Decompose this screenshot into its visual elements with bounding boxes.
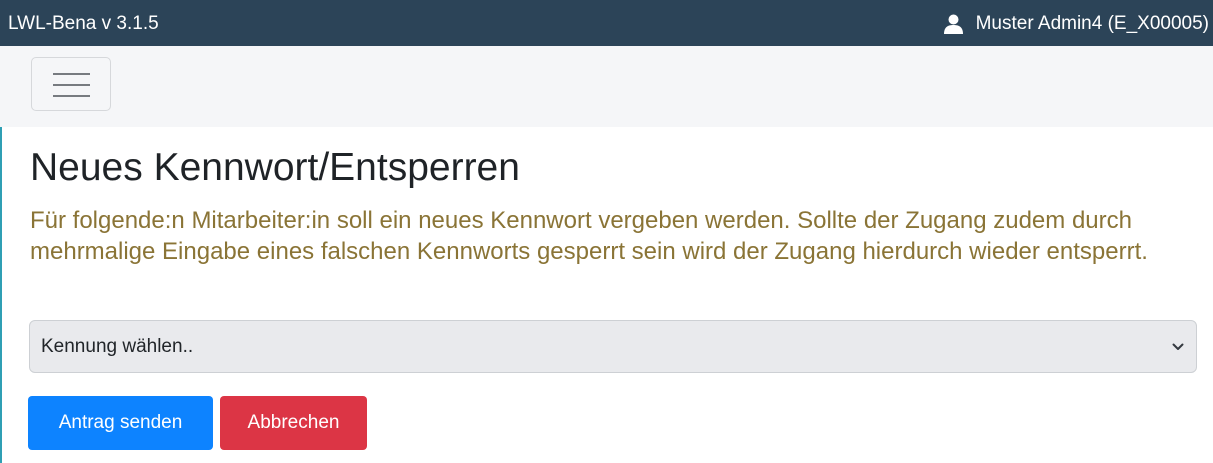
top-bar: LWL-Bena v 3.1.5 Muster Admin4 (E_X00005… — [0, 0, 1213, 46]
user-name: Muster Admin4 (E_X00005) — [975, 13, 1209, 34]
submit-request-button[interactable]: Antrag senden — [28, 396, 213, 450]
account-select[interactable]: Kennung wählen.. — [29, 320, 1197, 373]
user-menu[interactable]: Muster Admin4 (E_X00005) — [943, 13, 1209, 35]
nav-row — [0, 46, 1213, 127]
left-edge-accent — [0, 127, 2, 463]
chevron-down-icon — [1172, 343, 1184, 350]
user-icon — [943, 14, 963, 34]
account-select-value: Kennung wählen.. — [41, 336, 194, 357]
description-text: Für folgende:n Mitarbeiter:in soll ein n… — [30, 207, 1148, 265]
cancel-button[interactable]: Abbrechen — [220, 396, 367, 450]
app-title: LWL-Bena v 3.1.5 — [8, 13, 159, 34]
menu-toggle-button[interactable] — [31, 57, 111, 111]
page-title: Neues Kennwort/Entsperren — [30, 146, 520, 189]
